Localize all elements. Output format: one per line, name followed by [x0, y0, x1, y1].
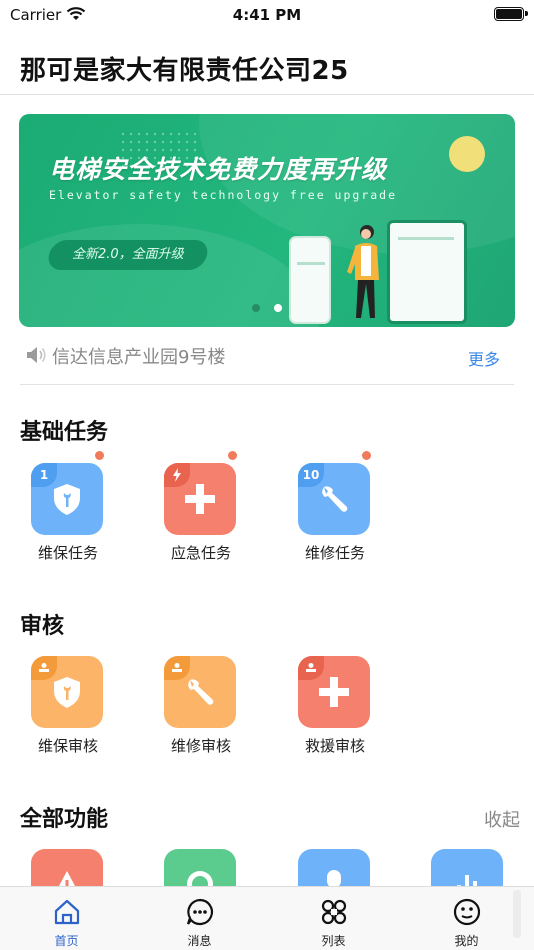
tile-label: 维保任务	[37, 544, 98, 562]
wrench-icon	[188, 679, 214, 705]
banner-subtitle: Elevator safety technology free upgrade	[49, 188, 398, 202]
tile-function-warning[interactable]	[20, 849, 130, 886]
speaker-icon	[27, 347, 46, 363]
tab-label: 首页	[54, 934, 79, 948]
person-tile-bg	[298, 849, 370, 886]
sun-illustration	[449, 136, 485, 172]
scroll-indicator[interactable]	[513, 890, 521, 938]
chat-tile-bg	[164, 849, 236, 886]
emergency-task-icon-bg	[164, 463, 236, 535]
tab-label: 列表	[321, 934, 346, 948]
repair-review-icon-bg	[164, 656, 236, 728]
carousel-indicator-1[interactable]	[252, 304, 260, 312]
collapse-button[interactable]: 收起	[484, 806, 520, 832]
tile-repair-task[interactable]: 10 维修任务	[287, 451, 397, 573]
status-bar: Carrier 4:41 PM	[0, 0, 534, 30]
tile-label: 应急任务	[170, 544, 231, 562]
promo-banner[interactable]: 电梯安全技术免费力度再升级 Elevator safety technology…	[19, 114, 515, 327]
smiley-icon	[453, 898, 480, 926]
plus-icon	[319, 677, 349, 707]
banner-pill: 全新2.0，全面升级	[45, 240, 211, 270]
notification-dot	[228, 451, 237, 460]
header-divider	[0, 94, 534, 95]
tile-label: 维保审核	[37, 737, 98, 755]
tile-function-person[interactable]	[287, 849, 397, 886]
person-icon	[327, 870, 341, 886]
tab-home[interactable]: 首页	[0, 887, 133, 950]
battery-icon	[494, 7, 528, 21]
notice-bar[interactable]: 信达信息产业园9号楼 更多	[20, 341, 516, 373]
notification-dot	[95, 451, 104, 460]
banner-title: 电梯安全技术免费力度再升级	[49, 155, 388, 184]
warning-tile-bg	[31, 849, 103, 886]
phone-illustration	[289, 236, 331, 324]
rescue-review-icon-bg	[298, 656, 370, 728]
clock: 4:41 PM	[232, 6, 302, 24]
notification-dot	[362, 451, 371, 460]
repair-task-icon-bg: 10	[298, 463, 370, 535]
chat-icon	[187, 871, 213, 886]
grid-command-icon	[321, 899, 346, 925]
tile-repair-review[interactable]: 维修审核	[153, 656, 263, 766]
tile-function-chart[interactable]	[420, 849, 530, 886]
maintenance-task-icon-bg: 1	[31, 463, 103, 535]
tile-rescue-review[interactable]: 救援审核	[287, 656, 397, 766]
notice-text: 信达信息产业园9号楼	[52, 347, 226, 368]
page-title: 那可是家大有限责任公司25	[20, 56, 349, 86]
shield-wrench-icon	[54, 484, 80, 515]
person-illustration	[347, 225, 379, 318]
tab-messages[interactable]: 消息	[133, 887, 266, 950]
tile-function-chat[interactable]	[153, 849, 263, 886]
tab-bar: 首页 消息 列表 我的	[0, 886, 534, 950]
maintenance-review-icon-bg	[31, 656, 103, 728]
banner-pill-label: 全新2.0，全面升级	[72, 247, 184, 262]
tab-label: 消息	[187, 934, 212, 948]
section-title-all-functions: 全部功能	[20, 807, 109, 832]
shield-wrench-icon	[54, 677, 80, 708]
tile-emergency-task[interactable]: 应急任务	[153, 451, 263, 573]
section-title-basic-tasks: 基础任务	[20, 420, 109, 445]
notice-more-link[interactable]: 更多	[468, 346, 500, 370]
chart-icon	[457, 875, 477, 886]
carousel-indicator-2[interactable]	[274, 304, 282, 312]
tile-maintenance-task[interactable]: 1 维保任务	[20, 451, 130, 573]
home-icon	[54, 899, 79, 925]
tile-label: 救援审核	[304, 737, 365, 755]
tile-label: 维修审核	[170, 737, 231, 755]
tile-maintenance-review[interactable]: 维保审核	[20, 656, 130, 766]
message-icon	[186, 898, 213, 926]
notice-divider	[20, 384, 514, 385]
plus-icon	[185, 484, 215, 514]
tablet-illustration	[387, 220, 467, 324]
tile-label: 维修任务	[304, 544, 365, 562]
section-title-review: 审核	[20, 614, 65, 639]
warning-icon	[58, 871, 76, 886]
tab-list[interactable]: 列表	[267, 887, 400, 950]
chart-tile-bg	[431, 849, 503, 886]
wrench-icon	[322, 486, 348, 512]
